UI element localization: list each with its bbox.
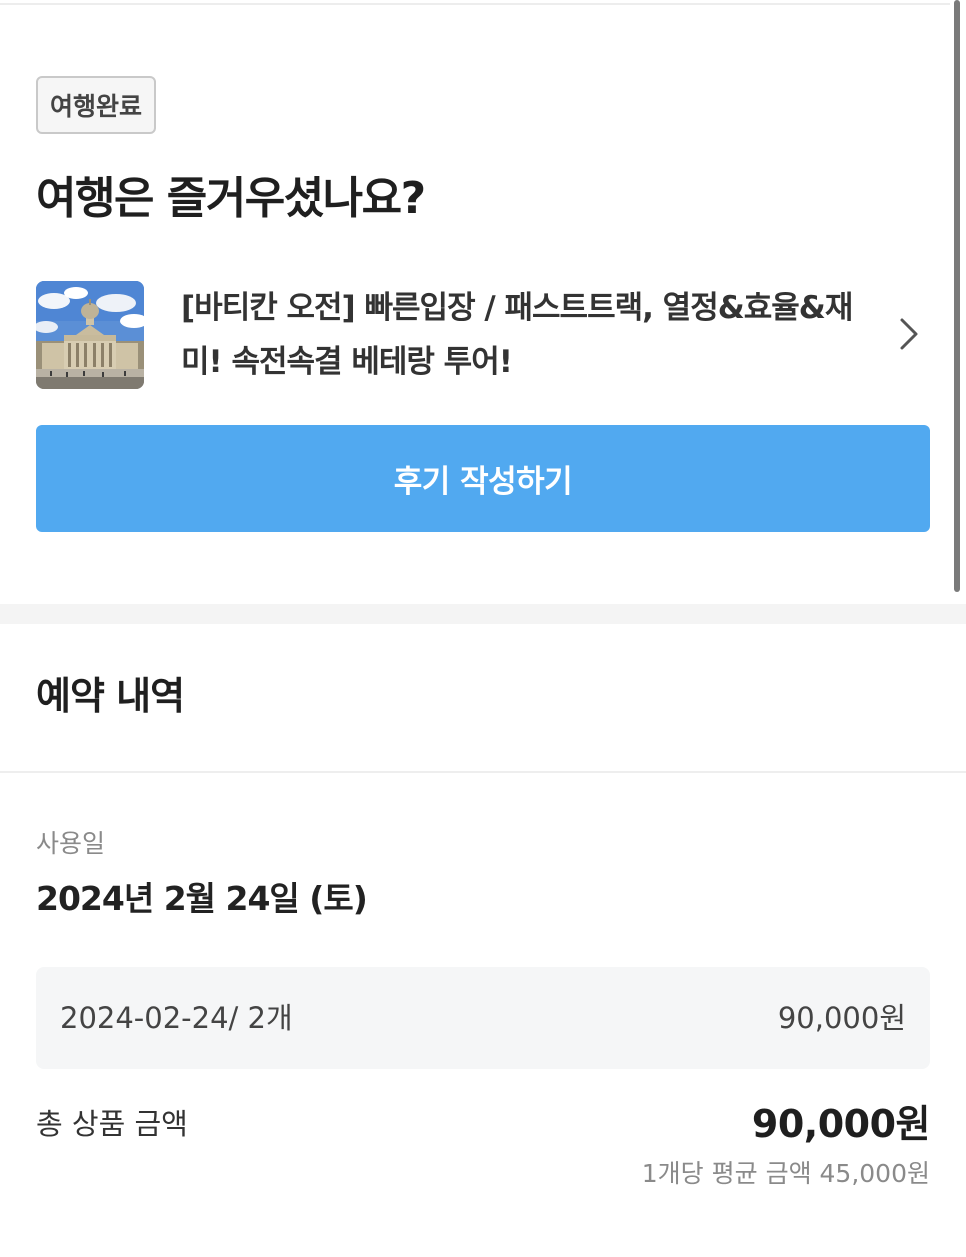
- section-divider: [0, 771, 966, 773]
- page-heading: 여행은 즐거우셨나요?: [36, 173, 426, 224]
- st-peters-basilica-icon: [36, 281, 144, 389]
- section-separator: [0, 604, 966, 624]
- booking-detail-page: 여행완료 여행은 즐거우셨나요? [바티칸 오전] 빠른입장 / 패스트트랙, …: [0, 0, 966, 1257]
- scrollbar[interactable]: [954, 0, 960, 592]
- use-date-label: 사용일: [36, 829, 106, 858]
- chevron-right-icon[interactable]: [891, 314, 927, 354]
- average-price-note: 1개당 평균 금액 45,000원: [641, 1159, 930, 1188]
- write-review-button[interactable]: 후기 작성하기: [36, 425, 930, 532]
- total-amount-value: 90,000원: [751, 1102, 931, 1146]
- trip-status-badge: 여행완료: [36, 76, 156, 134]
- reservation-section-title: 예약 내역: [36, 674, 185, 718]
- use-date-value: 2024년 2월 24일 (토): [36, 879, 368, 918]
- product-row[interactable]: [바티칸 오전] 빠른입장 / 패스트트랙, 열정&효율&재미! 속전속결 베테…: [36, 281, 930, 389]
- product-thumbnail: [36, 281, 144, 389]
- total-amount-label: 총 상품 금액: [36, 1107, 188, 1141]
- line-item-description: 2024-02-24/ 2개: [60, 1001, 293, 1035]
- product-title[interactable]: [바티칸 오전] 빠른입장 / 패스트트랙, 열정&효율&재미! 속전속결 베테…: [181, 281, 871, 389]
- top-divider: [0, 3, 950, 5]
- reservation-line-item: 2024-02-24/ 2개 90,000원: [36, 967, 930, 1069]
- line-item-price: 90,000원: [777, 1001, 906, 1035]
